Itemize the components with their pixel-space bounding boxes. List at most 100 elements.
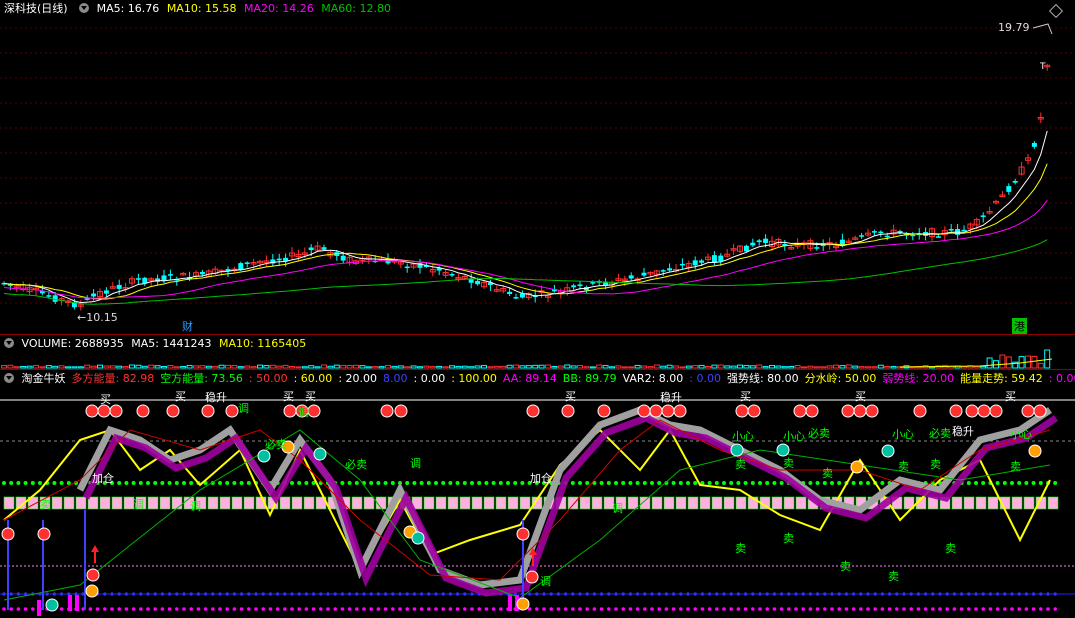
pink-block xyxy=(243,496,255,510)
red-coin-icon xyxy=(735,404,749,418)
green-dot xyxy=(38,481,42,485)
magenta-dot xyxy=(1024,607,1029,611)
green-dot xyxy=(1053,481,1058,485)
green-dot xyxy=(232,481,237,485)
volume-bar xyxy=(666,364,673,369)
volume-bar xyxy=(775,365,782,369)
price-pane[interactable]: 深科技(日线) MA5: 16.76 MA10: 15.58 MA20: 14.… xyxy=(0,0,1075,334)
magenta-dot xyxy=(304,607,309,611)
green-dot xyxy=(837,481,842,485)
magenta-dot xyxy=(290,607,294,611)
indicator-legend-item: : 60.00 xyxy=(293,372,333,385)
magenta-dot xyxy=(167,607,172,611)
event-mark-hk[interactable]: 港 xyxy=(1012,318,1027,334)
magenta-dot xyxy=(491,607,496,611)
magenta-dot xyxy=(772,607,777,611)
green-dot xyxy=(657,481,662,485)
volume-bar xyxy=(647,366,654,369)
magenta-dot xyxy=(700,607,705,611)
magenta-dot xyxy=(268,607,273,611)
volume-bar xyxy=(65,366,71,369)
magenta-dot xyxy=(412,607,417,611)
green-dot xyxy=(218,481,222,485)
candle-body xyxy=(52,295,58,302)
volume-bar xyxy=(717,364,724,369)
signal-careful: 小心 xyxy=(732,430,754,443)
signal-buy: 买 xyxy=(175,390,186,403)
volume-bar xyxy=(20,365,27,369)
pink-block xyxy=(987,496,999,510)
indicator-pane[interactable]: 买买买买买买买买稳升 稳升 稳升 加仓 加仓调调调调调调调卖卖卖卖卖卖卖卖卖卖卖卖必卖必… xyxy=(0,370,1075,618)
magenta-dot xyxy=(1046,607,1050,611)
settings-gear-icon[interactable] xyxy=(79,3,90,13)
magenta-dot xyxy=(196,607,201,611)
magenta-dot xyxy=(945,607,949,611)
volume-bar xyxy=(999,354,1006,369)
volume-bar xyxy=(410,365,417,369)
green-dot xyxy=(167,481,172,485)
candle-body xyxy=(84,298,90,300)
magenta-dot xyxy=(203,607,208,611)
green-dot xyxy=(686,481,690,485)
magenta-dot xyxy=(1039,607,1043,611)
green-dot xyxy=(599,481,604,485)
candle-body xyxy=(475,280,481,285)
signal-adjust: 调 xyxy=(410,457,421,470)
green-dot xyxy=(354,481,359,485)
magenta-dot xyxy=(902,607,906,611)
green-dot xyxy=(405,481,410,485)
volume-bar xyxy=(417,366,423,369)
signal-adjust: 调 xyxy=(612,502,623,515)
signal-bar xyxy=(68,595,72,611)
volume-bar xyxy=(705,366,711,369)
magenta-dot xyxy=(758,607,762,611)
volume-bar xyxy=(577,365,583,369)
volume-bar xyxy=(186,364,193,369)
green-dot xyxy=(758,481,762,485)
indicator-chart[interactable]: 买买买买买买买买稳升 稳升稳升加仓 加仓调调调调调调 调卖卖 卖卖卖卖卖卖卖卖卖卖必卖必… xyxy=(0,370,1075,618)
indicator-gear-icon[interactable] xyxy=(4,373,14,383)
volume-bar xyxy=(333,364,340,369)
green-dot xyxy=(628,481,633,485)
teal-check-coin-icon xyxy=(730,443,744,457)
magenta-dot xyxy=(635,607,640,611)
volume-gear-icon[interactable] xyxy=(4,338,14,348)
magenta-dot xyxy=(362,607,366,611)
volume-bar xyxy=(39,366,46,369)
signal-buy: 买 xyxy=(565,390,576,403)
magenta-dot xyxy=(448,607,453,611)
ma20-line xyxy=(3,199,1048,299)
green-dot xyxy=(434,481,438,485)
ma10-label: MA10: 15.58 xyxy=(166,2,237,15)
magenta-dot xyxy=(319,607,323,611)
indicator-legend-item: 分水岭: 50.00 xyxy=(804,372,877,385)
volume-bar xyxy=(877,364,884,369)
signal-buy: 买 xyxy=(305,390,316,403)
pink-block xyxy=(147,496,159,510)
green-dot xyxy=(347,481,352,485)
green-dot xyxy=(858,481,863,485)
volume-bar xyxy=(442,366,449,369)
signal-buy: 买 xyxy=(100,393,111,406)
volume-bar xyxy=(103,365,110,369)
volume-bar xyxy=(218,364,225,369)
magenta-dot xyxy=(1003,607,1007,611)
green-dot xyxy=(462,481,467,485)
green-dot xyxy=(304,481,309,485)
volume-bar xyxy=(749,365,756,369)
magenta-dot xyxy=(427,607,431,611)
magenta-dot xyxy=(1053,607,1057,611)
signal-sell: 卖 xyxy=(735,542,746,555)
pink-block xyxy=(99,496,111,510)
volume-bar xyxy=(71,366,78,369)
green-dot xyxy=(182,481,186,485)
pink-block xyxy=(639,496,651,510)
event-mark-finance[interactable]: 财 xyxy=(182,318,193,334)
volume-bar xyxy=(1,365,7,369)
volume-bar xyxy=(641,365,647,369)
red-coin-icon xyxy=(805,404,819,418)
volume-pane[interactable]: VOLUME: 2688935 MA5: 1441243 MA10: 11654… xyxy=(0,335,1075,369)
red-coin-icon xyxy=(865,404,879,418)
red-arrow-icon xyxy=(91,545,99,552)
price-chart[interactable] xyxy=(0,0,1075,334)
